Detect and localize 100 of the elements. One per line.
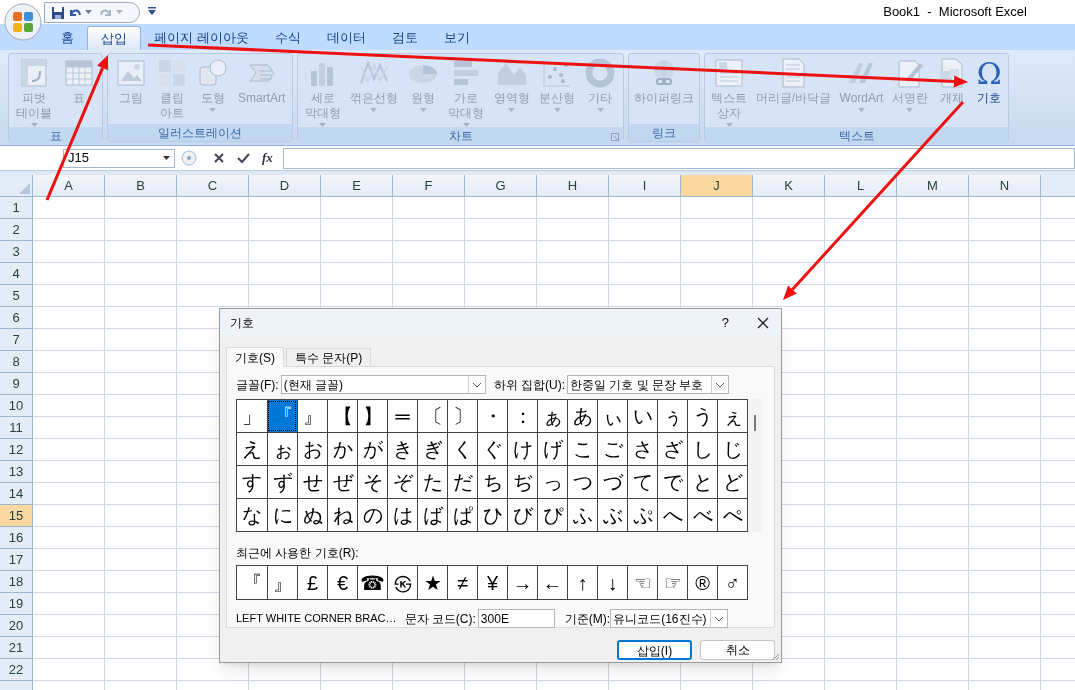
recent-symbol-cell[interactable]: ≠ [447,566,477,599]
symbol-cell[interactable]: ぁ [537,400,567,432]
column-header[interactable]: N [969,175,1041,197]
symbol-cell[interactable]: す [237,466,267,498]
column-header[interactable]: K [753,175,825,197]
recent-symbol-cell[interactable]: € [327,566,357,599]
column-header[interactable]: L [825,175,897,197]
symbol-cell[interactable]: ね [327,499,357,531]
recent-symbol-cell[interactable]: ↑ [567,566,597,599]
recent-symbol-cell[interactable]: ☜ [627,566,657,599]
name-box[interactable]: J15 [63,148,175,168]
ribbon-tab[interactable]: 데이터 [313,26,379,50]
symbol-cell[interactable]: て [627,466,657,498]
dialog-tab[interactable]: 특수 문자(P) [286,348,372,366]
symbol-cell[interactable]: 〕 [447,400,477,432]
symbol-cell[interactable]: ぎ [417,433,447,465]
scrollbar[interactable] [748,399,762,532]
column-header[interactable]: D [249,175,321,197]
symbol-cell[interactable]: ど [717,466,747,498]
save-icon[interactable] [51,5,65,20]
symbol-cell[interactable]: ぴ [537,499,567,531]
recent-symbol-cell[interactable]: ☎ [357,566,387,599]
dialog-button[interactable]: 취소 [700,640,775,660]
column-header[interactable]: G [465,175,537,197]
symbol-cell[interactable]: ぬ [297,499,327,531]
symbol-cell[interactable]: ぃ [597,400,627,432]
recent-symbol-cell[interactable]: ☞ [657,566,687,599]
symbol-cell[interactable]: ざ [657,433,687,465]
symbol-cell[interactable]: 」 [237,400,267,432]
symbol-cell[interactable]: た [417,466,447,498]
scrollbar-thumb[interactable] [754,415,756,431]
symbol-cell[interactable]: は [387,499,417,531]
symbol-cell[interactable]: づ [597,466,627,498]
symbol-cell[interactable]: ち [477,466,507,498]
symbol-cell[interactable]: せ [297,466,327,498]
symbol-cell[interactable]: ぜ [327,466,357,498]
symbol-cell[interactable]: か [327,433,357,465]
symbol-cell[interactable]: が [357,433,387,465]
ribbon-tab[interactable]: 홈 [48,26,87,50]
insert-function-button[interactable]: fx [262,148,273,168]
column-header[interactable]: B [105,175,177,197]
symbol-cell[interactable]: ひ [477,499,507,531]
help-button[interactable]: ? [721,313,729,333]
recent-symbol-cell[interactable]: ® [687,566,717,599]
symbol-cell[interactable]: 】 [357,400,387,432]
symbol-cell[interactable]: ぺ [717,499,747,531]
formula-input[interactable] [282,147,1075,169]
column-header[interactable]: M [897,175,969,197]
row-header[interactable]: 15 [0,505,32,527]
recent-symbol-cell[interactable]: ★ [417,566,447,599]
column-header[interactable]: E [321,175,393,197]
symbol-cell[interactable]: ═ [387,400,417,432]
symbol-cell[interactable]: だ [447,466,477,498]
ribbon-tab[interactable]: 검토 [378,26,431,50]
resize-grip-icon[interactable] [772,653,780,661]
recent-symbol-cell[interactable]: 『 [237,566,267,599]
symbol-cell[interactable]: ぶ [597,499,627,531]
symbol-cell[interactable]: つ [567,466,597,498]
symbol-cell[interactable]: さ [627,433,657,465]
subset-dropdown[interactable]: 한중일 기호 및 문장 부호 [567,375,729,394]
symbol-cell[interactable]: ぐ [477,433,507,465]
ribbon-tab[interactable]: 수식 [261,26,314,50]
ribbon-tab[interactable]: 페이지 레이아웃 [141,26,262,50]
symbol-cell[interactable]: と [687,466,717,498]
symbol-cell[interactable]: ・ [477,400,507,432]
ribbon-tab[interactable]: 보기 [430,26,483,50]
cancel-icon[interactable] [213,152,225,164]
symbol-cell[interactable]: な [237,499,267,531]
recent-symbol-cell[interactable]: ㉿ [387,566,417,599]
symbol-cell[interactable]: あ [567,400,597,432]
symbol-cell[interactable]: 』 [297,400,327,432]
symbol-cell[interactable]: げ [537,433,567,465]
symbol-cell[interactable]: べ [687,499,717,531]
character-code-field[interactable]: 300E [477,609,555,628]
symbol-cell[interactable]: ず [267,466,297,498]
column-header[interactable]: F [393,175,465,197]
recent-symbol-cell[interactable]: ↓ [597,566,627,599]
symbol-cell[interactable]: え [237,433,267,465]
symbol-cell[interactable]: き [387,433,417,465]
symbol-cell[interactable]: ぅ [657,400,687,432]
symbol-cell[interactable]: じ [717,433,747,465]
close-icon[interactable] [757,317,769,329]
symbol-cell[interactable]: ぱ [447,499,477,531]
column-header[interactable]: I [609,175,681,197]
symbol-cell[interactable]: お [297,433,327,465]
symbol-cell[interactable]: で [657,466,687,498]
symbol-cell[interactable]: し [687,433,717,465]
symbol-cell[interactable]: 〔 [417,400,447,432]
symbol-cell[interactable]: ぇ [717,400,747,432]
symbol-cell[interactable]: ： [507,400,537,432]
symbol-cell[interactable]: ぷ [627,499,657,531]
dialog-tab[interactable]: 기호(S) [226,347,284,367]
symbol-cell[interactable]: っ [537,466,567,498]
symbol-cell[interactable]: そ [357,466,387,498]
symbol-cell[interactable]: の [357,499,387,531]
recent-symbol-cell[interactable]: → [507,566,537,599]
column-header[interactable]: H [537,175,609,197]
symbol-cell[interactable]: 『 [267,400,297,432]
ribbon-tab[interactable]: 삽입 [87,26,141,50]
from-dropdown[interactable]: 유니코드(16진수) [610,609,729,628]
